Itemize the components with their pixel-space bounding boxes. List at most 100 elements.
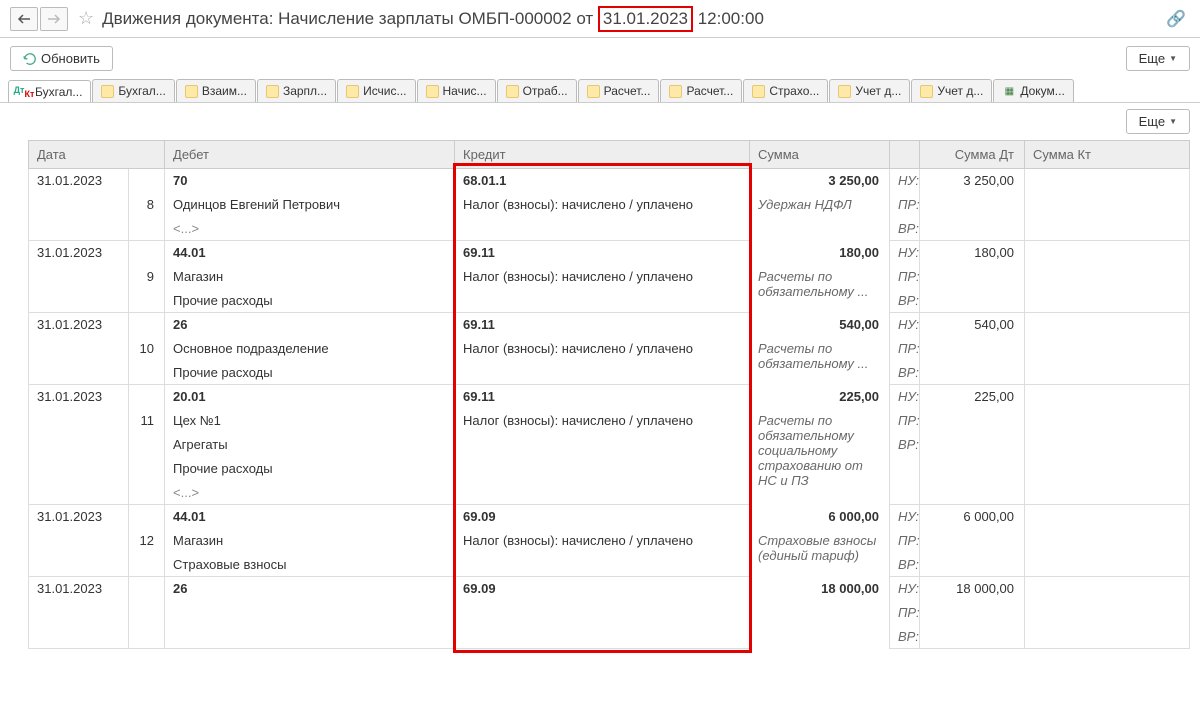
table-row[interactable]: Страховые взносыВР:: [29, 553, 1190, 577]
cell-num: [129, 313, 165, 337]
table-row[interactable]: Прочие расходыВР:: [29, 289, 1190, 313]
tab-label: Учет д...: [937, 84, 983, 98]
tab-9[interactable]: Страхо...: [743, 79, 828, 102]
grid-icon: ▦: [1002, 84, 1016, 98]
register-icon: [426, 85, 439, 98]
tab-label: Отраб...: [523, 84, 568, 98]
cell-debit-acc: 26: [165, 313, 455, 337]
cell-debit-line: Прочие расходы: [165, 361, 455, 385]
table-wrapper: Дата Дебет Кредит Сумма Сумма Дт Сумма К…: [0, 140, 1200, 679]
cell-debit-acc: 26: [165, 577, 455, 601]
table-row[interactable]: АгрегатыВР:: [29, 433, 1190, 457]
tab-6[interactable]: Отраб...: [497, 79, 577, 102]
col-sum-kt[interactable]: Сумма Кт: [1025, 141, 1190, 169]
refresh-button[interactable]: Обновить: [10, 46, 113, 71]
col-sum[interactable]: Сумма: [750, 141, 890, 169]
cell-debit-line: Прочие расходы: [165, 457, 455, 481]
table-row[interactable]: 12МагазинНалог (взносы): начислено / упл…: [29, 529, 1190, 553]
chevron-down-icon: ▼: [1169, 54, 1177, 63]
cell-line-num: [129, 361, 165, 385]
col-date[interactable]: Дата: [29, 141, 165, 169]
tab-4[interactable]: Исчис...: [337, 79, 415, 102]
tab-label: Взаим...: [202, 84, 247, 98]
cell-debit-line: Цех №1: [165, 409, 455, 433]
cell-tag-nu: НУ:: [890, 385, 920, 409]
table-row[interactable]: 31.01.20237068.01.13 250,00НУ:3 250,00: [29, 169, 1190, 193]
table-row[interactable]: Прочие расходыВР:: [29, 361, 1190, 385]
cell-kredit-line: [455, 289, 750, 313]
table-row[interactable]: <...>ВР:: [29, 217, 1190, 241]
tab-label: Исчис...: [363, 84, 406, 98]
cell-line-num: 11: [129, 409, 165, 433]
tab-1[interactable]: Бухгал...: [92, 79, 174, 102]
tab-8[interactable]: Расчет...: [660, 79, 742, 102]
cell-kredit-line: [455, 433, 750, 457]
tab-2[interactable]: Взаим...: [176, 79, 256, 102]
col-sum-dt[interactable]: Сумма Дт: [920, 141, 1025, 169]
cell-sum-desc: Страховые взносы (единый тариф): [750, 529, 890, 577]
cell-kredit-line: [455, 361, 750, 385]
table-row[interactable]: 10Основное подразделениеНалог (взносы): …: [29, 337, 1190, 361]
link-icon[interactable]: 🔗: [1162, 9, 1190, 29]
tab-12[interactable]: ▦Докум...: [993, 79, 1073, 102]
cell-line-num: [129, 457, 165, 481]
cell-line-num: [129, 217, 165, 241]
table-row[interactable]: 31.01.202320.0169.11225,00НУ:225,00: [29, 385, 1190, 409]
col-debit[interactable]: Дебет: [165, 141, 455, 169]
tab-3[interactable]: Зарпл...: [257, 79, 336, 102]
cell-debit-acc: 20.01: [165, 385, 455, 409]
cell-kredit-line: Налог (взносы): начислено / уплачено: [455, 265, 750, 289]
table-row[interactable]: 31.01.202344.0169.096 000,00НУ:6 000,00: [29, 505, 1190, 529]
tab-label: Учет д...: [855, 84, 901, 98]
tab-10[interactable]: Учет д...: [829, 79, 910, 102]
cell-tag: ПР:: [890, 265, 920, 289]
cell-sum-dt: 180,00: [920, 241, 1025, 265]
table-row[interactable]: 11Цех №1Налог (взносы): начислено / упла…: [29, 409, 1190, 433]
cell-debit-line: Магазин: [165, 529, 455, 553]
cell-kredit-line: [455, 481, 750, 505]
table-row[interactable]: 31.01.202344.0169.11180,00НУ:180,00: [29, 241, 1190, 265]
cell-sum-desc: Расчеты по обязательному ...: [750, 265, 890, 313]
nav-forward-button[interactable]: [40, 7, 68, 31]
table-row[interactable]: 8Одинцов Евгений ПетровичНалог (взносы):…: [29, 193, 1190, 217]
table-row[interactable]: 9МагазинНалог (взносы): начислено / упла…: [29, 265, 1190, 289]
cell-kredit-line: [455, 457, 750, 481]
page-title: Движения документа: Начисление зарплаты …: [102, 6, 764, 32]
cell-num: [129, 241, 165, 265]
cell-tag: ПР:: [890, 193, 920, 217]
tab-label: Начис...: [443, 84, 487, 98]
tab-5[interactable]: Начис...: [417, 79, 496, 102]
register-icon: [185, 85, 198, 98]
table-row[interactable]: 31.01.20232669.11540,00НУ:540,00: [29, 313, 1190, 337]
cell-debit-acc: 44.01: [165, 505, 455, 529]
cell-sum: 225,00: [750, 385, 890, 409]
cell-sum: 540,00: [750, 313, 890, 337]
favorite-star-icon[interactable]: ☆: [78, 8, 94, 29]
nav-back-button[interactable]: [10, 7, 38, 31]
tabs-bar: ДтКтБухгал...Бухгал... Взаим... Зарпл... Ис…: [0, 79, 1200, 103]
col-kredit[interactable]: Кредит: [455, 141, 750, 169]
table-row[interactable]: ВР:: [29, 625, 1190, 649]
tab-7[interactable]: Расчет...: [578, 79, 660, 102]
table-row[interactable]: <...>: [29, 481, 1190, 505]
cell-tag: ВР:: [890, 289, 920, 313]
cell-date: 31.01.2023: [29, 313, 129, 337]
tab-0[interactable]: ДтКтБухгал...: [8, 80, 91, 103]
arrow-right-icon: [47, 14, 61, 24]
cell-line-num: [129, 481, 165, 505]
tab-11[interactable]: Учет д...: [911, 79, 992, 102]
cell-num: [129, 577, 165, 601]
cell-line-num: [129, 625, 165, 649]
more-button[interactable]: Еще ▼: [1126, 46, 1190, 71]
top-bar: ☆ Движения документа: Начисление зарплат…: [0, 0, 1200, 38]
more-button-2[interactable]: Еще ▼: [1126, 109, 1190, 134]
table-row[interactable]: 31.01.20232669.0918 000,00НУ:18 000,00: [29, 577, 1190, 601]
cell-date: 31.01.2023: [29, 169, 129, 193]
arrow-left-icon: [17, 14, 31, 24]
register-icon: [587, 85, 600, 98]
table-row[interactable]: ПР:: [29, 601, 1190, 625]
table-row[interactable]: Прочие расходы: [29, 457, 1190, 481]
refresh-icon: [23, 52, 37, 66]
register-icon: [506, 85, 519, 98]
cell-sum-dt: 6 000,00: [920, 505, 1025, 529]
